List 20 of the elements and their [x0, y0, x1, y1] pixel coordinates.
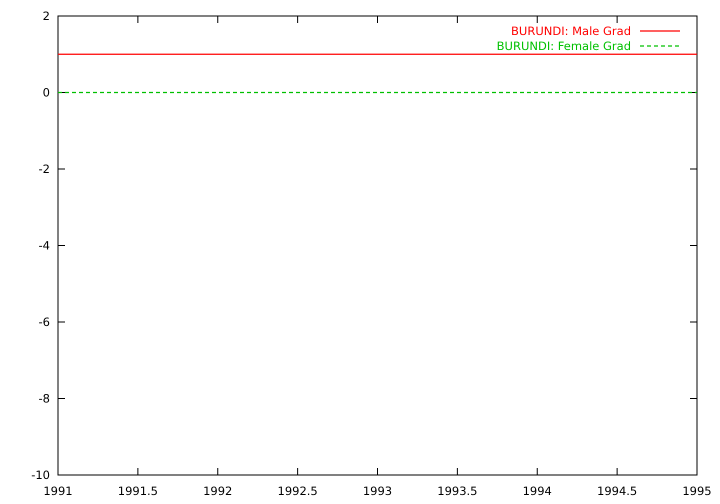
y-tick-label: -10 — [31, 468, 50, 482]
legend-label: BURUNDI: Female Grad — [496, 39, 631, 53]
y-tick-label: 2 — [42, 9, 50, 23]
y-tick-label: -2 — [38, 162, 50, 176]
x-tick-label: 1994.5 — [597, 484, 638, 498]
y-tick-label: -4 — [38, 238, 50, 252]
legend-label: BURUNDI: Male Grad — [511, 24, 631, 38]
x-tick-label: 1995 — [682, 484, 712, 498]
x-tick-label: 1992 — [203, 484, 232, 498]
x-tick-label: 1993 — [362, 484, 392, 498]
y-tick-label: 0 — [42, 86, 50, 100]
y-tick-label: -8 — [38, 392, 50, 406]
legend-line-sample — [640, 45, 680, 47]
x-tick-label: 1994 — [522, 484, 552, 498]
x-tick-label: 1993.5 — [437, 484, 478, 498]
x-tick-label: 1992.5 — [278, 484, 318, 498]
x-tick-label: 1991 — [43, 484, 73, 498]
x-tick-label: 1991.5 — [118, 484, 158, 498]
legend-line-sample — [640, 30, 680, 32]
y-tick-label: -6 — [38, 315, 50, 329]
